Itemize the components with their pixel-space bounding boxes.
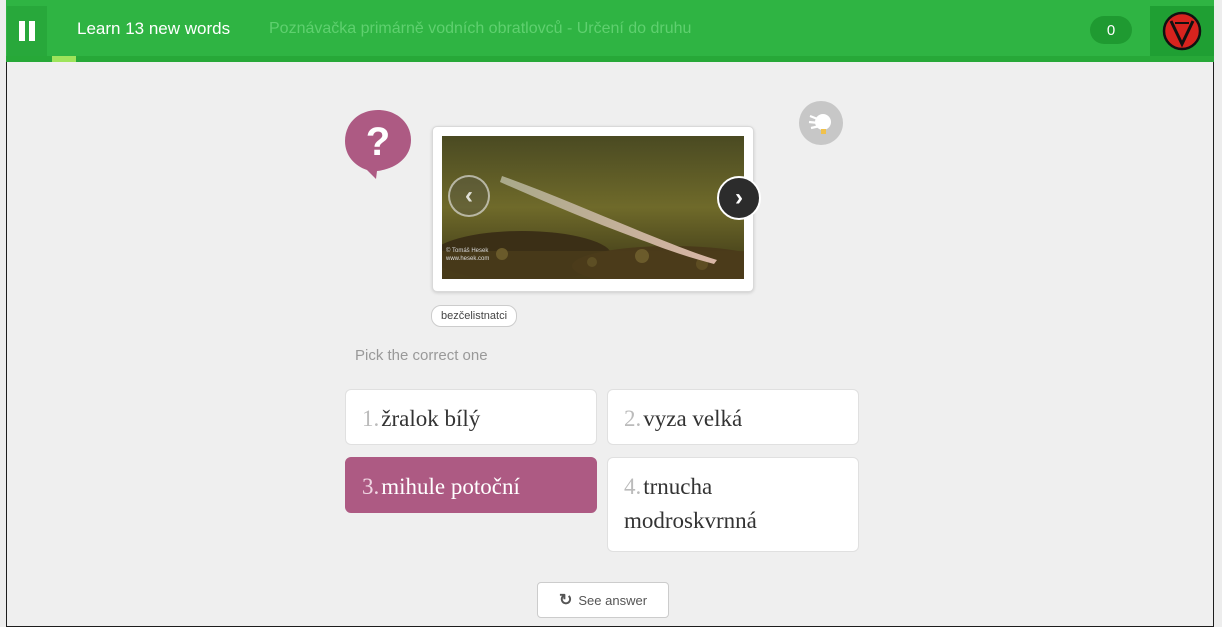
answer-label: mihule potoční bbox=[381, 474, 520, 499]
score-badge: 0 bbox=[1090, 16, 1132, 44]
avatar-image bbox=[1162, 11, 1202, 51]
pause-icon bbox=[17, 21, 37, 41]
answer-option-2[interactable]: 2.vyza velká bbox=[607, 389, 859, 445]
answer-option-1[interactable]: 1.žralok bílý bbox=[345, 389, 597, 445]
next-image-button[interactable]: › bbox=[717, 176, 761, 220]
watermark-url: www.hesek.com bbox=[445, 256, 489, 262]
answer-label: žralok bílý bbox=[381, 406, 481, 431]
avatar[interactable] bbox=[1150, 6, 1214, 56]
svg-text:?: ? bbox=[366, 120, 390, 164]
instruction-text: Pick the correct one bbox=[355, 347, 488, 364]
question-bubble-icon: ? bbox=[345, 110, 411, 179]
session-title: Learn 13 new words bbox=[77, 19, 231, 38]
progress-bar bbox=[52, 56, 76, 62]
refresh-icon: ↻ bbox=[558, 592, 573, 609]
answer-label: trnucha modroskvrnná bbox=[624, 474, 757, 533]
see-answer-label: See answer bbox=[578, 592, 648, 608]
see-answer-button[interactable]: ↻ See answer bbox=[537, 582, 669, 618]
watermark-text: © Tomáš Hesek bbox=[446, 247, 489, 254]
course-name[interactable]: Poznávačka primárně vodních obratlovců -… bbox=[269, 20, 691, 38]
pause-button[interactable] bbox=[7, 6, 47, 56]
hint-icon bbox=[808, 114, 831, 134]
answer-label: vyza velká bbox=[643, 406, 743, 431]
category-tag: bezčelistnatci bbox=[431, 305, 518, 327]
specimen-photo: © Tomáš Hesek www.hesek.com bbox=[442, 136, 744, 279]
progress-track bbox=[6, 56, 1214, 62]
chevron-left-icon: ‹ bbox=[465, 182, 473, 209]
answer-option-3[interactable]: 3.mihule potoční bbox=[345, 457, 597, 513]
chevron-right-icon: › bbox=[735, 184, 743, 211]
previous-image-button[interactable]: ‹ bbox=[448, 175, 490, 217]
answer-option-4[interactable]: 4.trnucha modroskvrnná bbox=[607, 457, 859, 552]
hint-button[interactable] bbox=[799, 101, 843, 145]
